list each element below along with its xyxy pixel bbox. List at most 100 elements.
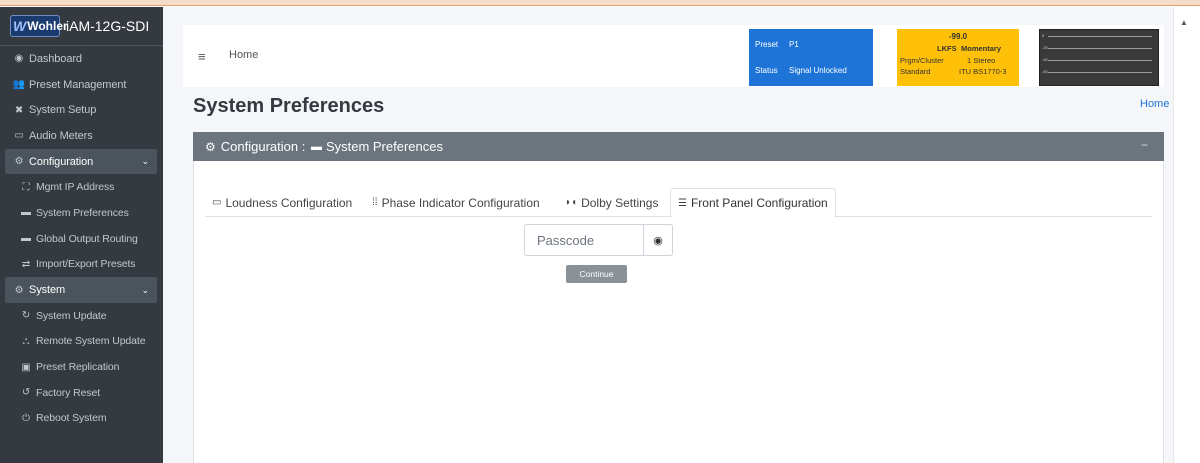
chart-icon: ▭	[14, 130, 24, 142]
sidebar-group-system[interactable]: ⚙ System ⌄	[5, 277, 157, 303]
sidebar-item-label: Dashboard	[29, 52, 82, 65]
loudness-panel[interactable]: -99.0 LKFS Momentary Prgm/Cluster 1 Ster…	[897, 29, 1019, 86]
sidebar-item-label: Reboot System	[36, 412, 107, 425]
page-title: System Preferences	[193, 95, 385, 117]
card-header: ⚙ Configuration : ▬ System Preferences −	[193, 132, 1164, 161]
tab-dolby-settings[interactable]: ◗◖ Dolby Settings	[558, 188, 665, 217]
grid-icon: ⁞⁞	[372, 197, 378, 208]
meter-bar	[1048, 72, 1152, 73]
sidebar-item-system-preferences[interactable]: ▬ System Preferences	[0, 200, 163, 226]
cluster-label: Prgm/Cluster	[900, 56, 944, 65]
undo-icon: ↺	[21, 387, 31, 399]
status-label: Status	[755, 66, 778, 75]
content-background-right	[1164, 7, 1173, 463]
users-icon: 👥	[12, 79, 26, 91]
tab-bar: ▭ Loudness Configuration ⁞⁞ Phase Indicato…	[205, 188, 1152, 218]
sidebar-item-global-output-routing[interactable]: ▬ Global Output Routing	[0, 226, 163, 252]
cog-icon: ⚙	[205, 139, 216, 154]
meter-bar	[1048, 36, 1152, 37]
power-icon: ⏻	[22, 412, 30, 424]
tab-label: Loudness Configuration	[225, 195, 353, 210]
sidebar-item-preset-management[interactable]: 👥 Preset Management	[0, 72, 163, 98]
dolby-icon: ◗◖	[565, 197, 578, 208]
meter-tick: -60	[1042, 69, 1048, 74]
sidebar-item-label: System Preferences	[36, 206, 129, 219]
list-icon: ☰	[678, 197, 687, 209]
tab-front-panel-configuration[interactable]: ☰ Front Panel Configuration	[670, 188, 836, 218]
exchange-icon: ⇄	[21, 258, 31, 270]
cog-icon: ⚙	[14, 156, 24, 168]
sidebar-item-system-setup[interactable]: ✖ System Setup	[0, 97, 163, 123]
meter-tick: -20	[1042, 45, 1048, 50]
sidebar-item-label: Factory Reset	[36, 386, 101, 399]
cogs-icon: ⚙	[14, 284, 24, 296]
lkfs-label: LKFS	[937, 44, 957, 53]
keyboard-icon: ▬	[21, 207, 31, 219]
sidebar-item-import-export-presets[interactable]: ⇄ Import/Export Presets	[0, 252, 163, 278]
card-header-title: System Preferences	[325, 139, 443, 154]
sidebar-item-dashboard[interactable]: ◉ Dashboard	[0, 46, 163, 72]
meter-tick: -40	[1042, 57, 1048, 62]
standard-label: Standard	[900, 67, 931, 76]
menu-toggle-icon[interactable]: ≡	[198, 49, 206, 64]
sidebar-group-configuration[interactable]: ⚙ Configuration ⌄	[5, 148, 157, 175]
status-value: Signal Unlocked	[789, 66, 847, 75]
scroll-up-arrow-icon[interactable]: ▲	[1180, 18, 1188, 27]
breadcrumb-home[interactable]: Home	[1140, 98, 1169, 110]
sidebar-item-label: Import/Export Presets	[36, 258, 136, 271]
meter-bar	[1048, 60, 1152, 61]
standard-value: ITU BS1770-3	[959, 67, 1007, 76]
sidebar-item-label: System Setup	[29, 104, 97, 117]
tools-icon: ✖	[14, 104, 24, 116]
keyboard-icon: ▬	[310, 140, 322, 153]
sidebar-item-audio-meters[interactable]: ▭ Audio Meters	[0, 123, 163, 149]
sidebar-item-label: Remote System Update	[36, 335, 146, 348]
network-icon: ⛶	[22, 181, 30, 193]
sidebar-item-label: Preset Replication	[36, 361, 120, 374]
tab-label: Dolby Settings	[581, 195, 659, 210]
sidebar-item-label: Mgmt IP Address	[36, 181, 115, 194]
audio-meter-mini[interactable]: 0 -20 -40 -60	[1039, 29, 1159, 86]
wohler-logo: W Wohler	[10, 15, 68, 37]
sidebar-item-factory-reset[interactable]: ↺ Factory Reset	[0, 380, 163, 406]
collapse-button[interactable]: −	[1141, 138, 1148, 152]
network-wired-icon: ⛬	[22, 335, 30, 347]
browser-top-line	[0, 5, 1200, 6]
preset-status-panel[interactable]: Preset P1 Status Signal Unlocked	[749, 29, 873, 86]
card-header-prefix: Configuration :	[220, 139, 309, 154]
lkfs-mode: Momentary	[961, 44, 1002, 53]
sidebar: W Wohler iAM-12G-SDI ◉ Dashboard 👥 Preset M…	[0, 7, 163, 463]
logo-text: Wohler	[27, 19, 68, 33]
tab-label: Phase Indicator Configuration	[381, 195, 540, 210]
meter-tick: 0	[1042, 33, 1045, 38]
product-name: iAM-12G-SDI	[66, 18, 150, 34]
chevron-down-icon: ⌄	[141, 284, 150, 295]
lkfs-value: -99.0	[948, 32, 968, 41]
tab-loudness-configuration[interactable]: ▭ Loudness Configuration	[205, 188, 359, 217]
navbar-home-link[interactable]: Home	[229, 49, 258, 61]
sidebar-item-mgmt-ip-address[interactable]: ⛶ Mgmt IP Address	[0, 174, 163, 200]
sidebar-item-label: System Update	[36, 309, 107, 322]
w-logo-icon: W	[13, 18, 27, 34]
dashboard-icon: ◉	[14, 53, 24, 65]
sidebar-item-label: Global Output Routing	[36, 232, 138, 245]
sidebar-item-label: Preset Management	[29, 78, 127, 91]
tab-phase-indicator-configuration[interactable]: ⁞⁞ Phase Indicator Configuration	[365, 188, 547, 217]
top-navbar: ≡ Home Preset P1 Status Signal Unlocked …	[183, 25, 1164, 87]
preset-label: Preset	[755, 40, 779, 49]
brand-link[interactable]: W Wohler iAM-12G-SDI	[0, 7, 163, 46]
page-scrollbar[interactable]	[1173, 7, 1200, 463]
sidebar-item-label: Audio Meters	[29, 129, 93, 142]
sidebar-group-label: System	[29, 284, 66, 297]
sidebar-item-reboot-system[interactable]: ⏻ Reboot System	[0, 406, 163, 432]
sync-icon: ↻	[21, 310, 31, 322]
sidebar-item-preset-replication[interactable]: ▣ Preset Replication	[0, 354, 163, 380]
sidebar-group-label: Configuration	[29, 155, 94, 168]
clone-icon: ▣	[21, 361, 31, 373]
sidebar-item-system-update[interactable]: ↻ System Update	[0, 303, 163, 329]
sidebar-item-remote-system-update[interactable]: ⛬ Remote System Update	[0, 329, 163, 355]
tab-label: Front Panel Configuration	[690, 196, 828, 210]
toggle-visibility-button[interactable]: ◉	[643, 224, 673, 256]
continue-button[interactable]: Continue	[566, 265, 627, 283]
passcode-input[interactable]	[524, 224, 644, 256]
